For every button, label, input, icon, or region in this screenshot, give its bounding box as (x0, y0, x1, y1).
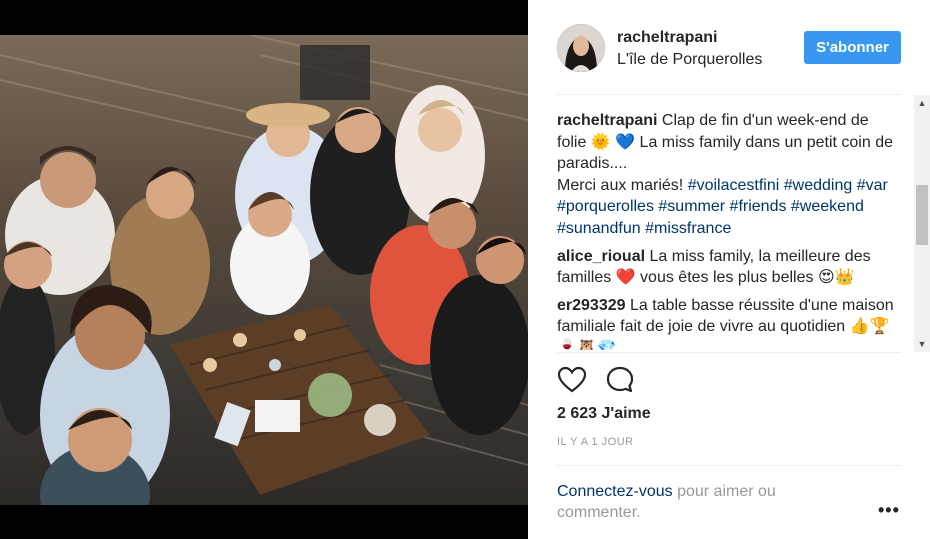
comment-bubble-icon[interactable] (605, 365, 635, 395)
group-selfie-illustration (0, 35, 528, 505)
comments-scrollbar[interactable]: ▲ ▼ (914, 95, 930, 352)
comment-username[interactable]: er293329 (557, 297, 626, 314)
more-options-icon[interactable]: ••• (878, 500, 900, 521)
blue-heart-emoji: 💙 (615, 133, 636, 151)
post-username[interactable]: racheltrapani (617, 29, 717, 47)
heart-eyes-crown-emoji: 😍👑 (817, 269, 855, 287)
login-link[interactable]: Connectez-vous (557, 483, 673, 500)
photo-panel (0, 0, 528, 539)
hashtag[interactable]: #voilacestfini (688, 177, 780, 194)
login-prompt: Connectez-vous pour aimer ou commenter. (557, 481, 857, 523)
hashtag[interactable]: #summer (658, 198, 725, 215)
hashtag[interactable]: #weekend (791, 198, 864, 215)
likes-count[interactable]: 2 623 J'aime (557, 405, 651, 423)
post-location[interactable]: L'île de Porquerolles (617, 51, 762, 69)
red-heart-emoji: ❤️ (615, 269, 636, 287)
hashtag[interactable]: #missfrance (645, 220, 731, 237)
post-header: racheltrapani L'île de Porquerolles S'ab… (528, 0, 930, 95)
scroll-thumb[interactable] (916, 185, 928, 245)
divider (557, 465, 901, 466)
comment-username[interactable]: alice_rioual (557, 248, 645, 265)
comments-list[interactable]: racheltrapani Clap de fin d'un week-end … (557, 110, 901, 350)
heart-icon[interactable] (557, 365, 587, 395)
sun-emoji: 🌞 (590, 133, 611, 151)
hashtag[interactable]: #var (857, 177, 888, 194)
hashtag[interactable]: #wedding (784, 177, 853, 194)
follow-button[interactable]: S'abonner (804, 31, 901, 64)
scroll-down-arrow-icon[interactable]: ▼ (914, 336, 930, 352)
post-timestamp[interactable]: IL Y A 1 JOUR (557, 436, 634, 448)
hashtag[interactable]: #porquerolles (557, 198, 654, 215)
post-info-panel: racheltrapani L'île de Porquerolles S'ab… (528, 0, 930, 539)
divider (557, 352, 901, 353)
post-photo[interactable] (0, 35, 528, 505)
hashtag[interactable]: #friends (730, 198, 787, 215)
caption-text-3: Merci aux mariés! (557, 176, 688, 194)
profile-avatar[interactable] (557, 24, 605, 72)
comment: alice_rioual La miss family, la meilleur… (557, 246, 901, 289)
scroll-up-arrow-icon[interactable]: ▲ (914, 95, 930, 111)
caption-username[interactable]: racheltrapani (557, 112, 657, 129)
avatar-image (557, 24, 605, 72)
caption: racheltrapani Clap de fin d'un week-end … (557, 110, 901, 240)
hashtag[interactable]: #sunandfun (557, 220, 641, 237)
divider (557, 94, 901, 95)
comment: er293329 La table basse réussite d'une m… (557, 295, 901, 350)
comment-text-2: vous êtes les plus belles (635, 269, 818, 287)
